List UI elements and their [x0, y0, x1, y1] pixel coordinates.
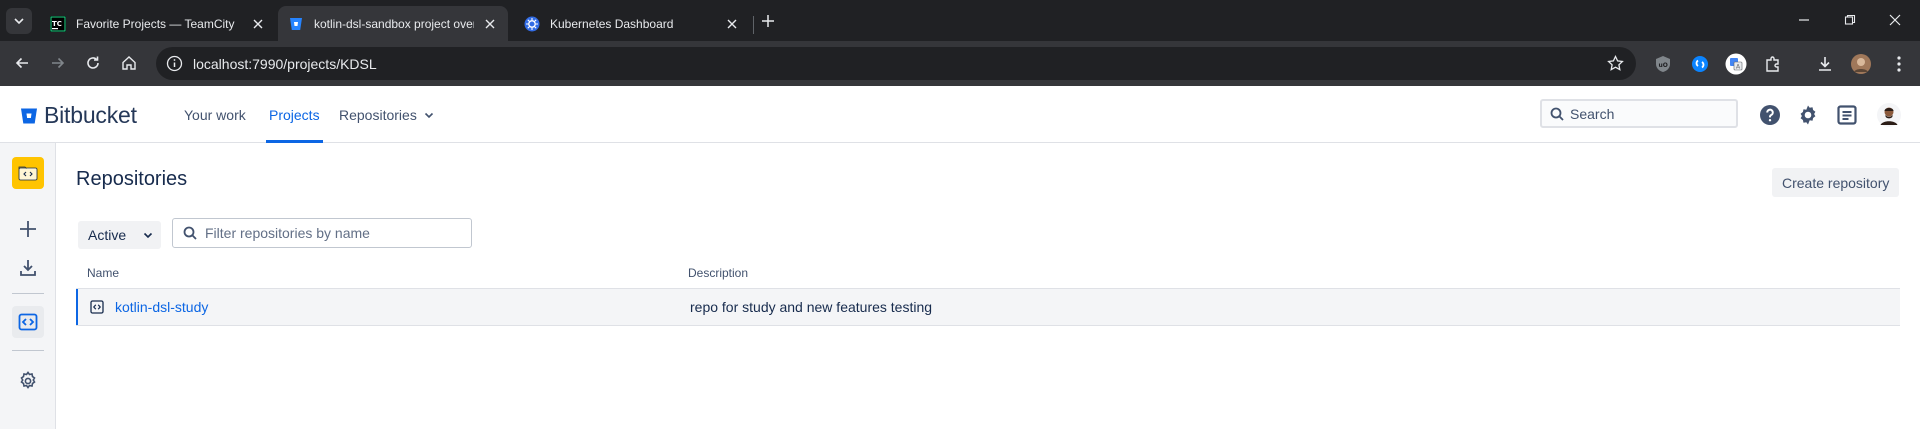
user-avatar[interactable]	[1876, 102, 1902, 128]
ublock-extension-icon[interactable]: uO	[1652, 53, 1674, 75]
status-filter-value: Active	[88, 227, 127, 243]
plus-icon	[20, 221, 36, 237]
address-bar[interactable]: localhost:7990/projects/KDSL	[156, 47, 1636, 80]
nav-label: Repositories	[339, 106, 417, 123]
column-header-description: Description	[688, 266, 749, 280]
repository-icon	[90, 300, 104, 314]
home-button[interactable]	[117, 51, 141, 75]
tab-bitbucket[interactable]: kotlin-dsl-sandbox project over	[278, 6, 508, 41]
shazam-extension-icon[interactable]	[1689, 53, 1711, 75]
gear-icon	[1800, 105, 1816, 125]
document-icon	[1837, 105, 1857, 125]
tab-kubernetes[interactable]: Kubernetes Dashboard	[514, 6, 750, 41]
bitbucket-favicon-icon	[288, 16, 304, 32]
app-header: Bitbucket Your work Projects Repositorie…	[0, 86, 1920, 143]
search-icon	[183, 226, 197, 240]
close-icon	[1889, 14, 1901, 26]
site-info-icon[interactable]	[166, 55, 183, 72]
bitbucket-logo[interactable]: Bitbucket	[20, 102, 137, 129]
close-window-button[interactable]	[1883, 10, 1907, 30]
new-tab-button[interactable]	[758, 11, 778, 31]
column-header-name[interactable]: Name	[87, 266, 119, 280]
help-icon	[1760, 105, 1780, 125]
browser-menu-icon[interactable]	[1888, 53, 1910, 75]
svg-text:TC: TC	[52, 20, 62, 28]
search-input[interactable]	[1570, 105, 1720, 122]
sidebar-item-repositories[interactable]	[12, 306, 44, 338]
status-filter-select[interactable]: Active	[78, 221, 161, 249]
browser-toolbar: localhost:7990/projects/KDSL uO A	[0, 41, 1920, 86]
reload-button[interactable]	[81, 51, 105, 75]
repository-description: repo for study and new features testing	[690, 299, 933, 315]
bookmark-star-icon[interactable]	[1607, 55, 1624, 72]
chevron-down-icon	[14, 18, 24, 25]
nav-projects[interactable]: Projects	[266, 86, 323, 143]
teamcity-favicon-icon: TC	[50, 15, 66, 32]
chevron-down-icon	[424, 112, 433, 118]
nav-repositories[interactable]: Repositories	[339, 86, 434, 143]
help-button[interactable]	[1757, 102, 1783, 128]
whats-new-button[interactable]	[1834, 102, 1860, 128]
filter-input[interactable]	[205, 225, 455, 241]
project-avatar[interactable]	[12, 157, 44, 189]
close-icon[interactable]	[482, 16, 498, 32]
project-sidebar	[0, 143, 56, 429]
back-button[interactable]	[10, 51, 34, 75]
arrow-right-icon	[52, 57, 65, 69]
tab-separator	[753, 16, 754, 34]
settings-button[interactable]	[1795, 102, 1821, 128]
nav-your-work[interactable]: Your work	[184, 86, 246, 143]
profile-avatar[interactable]	[1850, 53, 1872, 75]
kubernetes-favicon-icon	[524, 16, 540, 32]
global-search[interactable]	[1540, 99, 1738, 128]
tab-teamcity[interactable]: TC Favorite Projects — TeamCity	[40, 6, 276, 41]
project-settings-button[interactable]	[12, 365, 44, 397]
close-icon[interactable]	[724, 16, 740, 32]
browser-tab-bar: TC Favorite Projects — TeamCity kotlin-d…	[0, 0, 1920, 41]
chevron-down-icon	[143, 232, 153, 239]
gear-icon	[20, 371, 36, 389]
minimize-icon	[1799, 19, 1809, 21]
tab-title: kotlin-dsl-sandbox project over	[314, 16, 474, 31]
folder-code-icon	[18, 166, 38, 181]
code-icon	[18, 313, 38, 331]
svg-text:uO: uO	[1659, 62, 1668, 69]
sidebar-divider	[12, 293, 44, 294]
repository-link[interactable]: kotlin-dsl-study	[115, 299, 208, 315]
restore-button[interactable]	[1838, 10, 1862, 30]
forward-button[interactable]	[46, 51, 70, 75]
arrow-left-icon	[15, 57, 28, 69]
table-row-divider	[76, 325, 1900, 326]
bitbucket-logo-icon	[21, 108, 37, 123]
table-row[interactable]: kotlin-dsl-study repo for study and new …	[76, 289, 1900, 325]
import-button[interactable]	[12, 252, 44, 284]
reload-icon	[87, 56, 99, 69]
create-button[interactable]	[12, 213, 44, 245]
repository-filter[interactable]	[172, 218, 472, 248]
plus-icon	[762, 15, 774, 27]
tab-title: Kubernetes Dashboard	[550, 16, 674, 31]
translate-extension-icon[interactable]: A	[1725, 53, 1747, 75]
sidebar-divider	[12, 350, 44, 351]
download-icon	[20, 260, 36, 276]
nav-label: Your work	[184, 106, 246, 123]
minimize-button[interactable]	[1792, 10, 1816, 30]
url-text[interactable]: localhost:7990/projects/KDSL	[193, 56, 377, 72]
page-title: Repositories	[76, 168, 188, 190]
downloads-icon[interactable]	[1814, 53, 1836, 75]
restore-icon	[1844, 14, 1856, 25]
extensions-puzzle-icon[interactable]	[1762, 53, 1784, 75]
tab-search-button[interactable]	[6, 8, 32, 34]
logo-text: Bitbucket	[44, 102, 137, 128]
search-icon	[1550, 107, 1564, 121]
close-icon[interactable]	[250, 16, 266, 32]
nav-label: Projects	[269, 106, 320, 123]
avatar-icon	[1877, 103, 1901, 127]
home-icon	[122, 56, 136, 70]
create-repository-button[interactable]: Create repository	[1772, 168, 1900, 197]
tab-title: Favorite Projects — TeamCity	[76, 16, 235, 31]
